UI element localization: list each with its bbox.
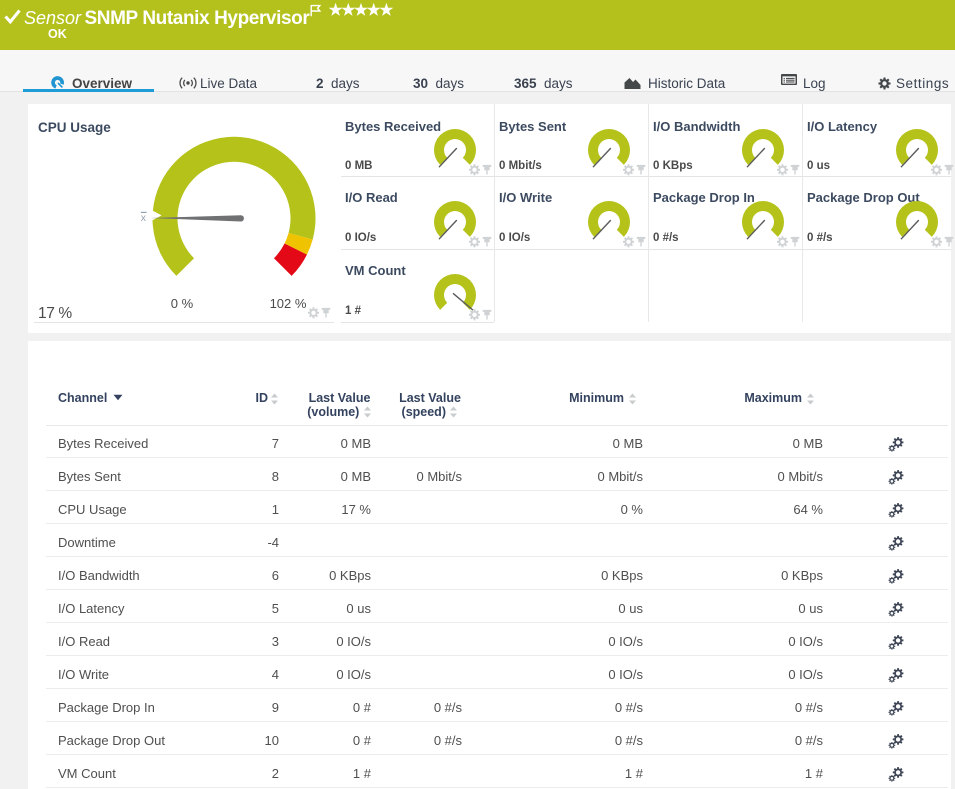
svg-text:x: x [141, 212, 147, 224]
